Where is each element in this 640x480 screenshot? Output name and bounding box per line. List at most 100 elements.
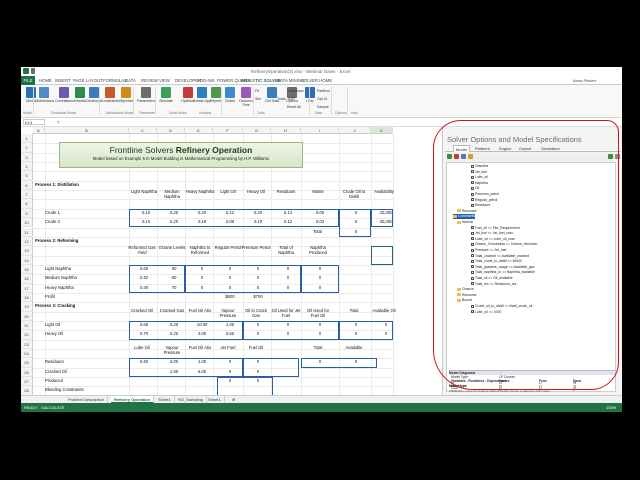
tree-folder[interactable]: Chance (457, 287, 474, 292)
tree-item[interactable]: Jet_fuel (471, 170, 487, 175)
tab-view[interactable]: VIEW (159, 78, 170, 83)
row-header-26[interactable]: 26 (21, 367, 33, 378)
row-header-21[interactable]: 21 (21, 321, 33, 331)
tree-item[interactable]: Lube_oil >= 1000 (471, 310, 501, 315)
row-header-22[interactable]: 22 (21, 330, 33, 340)
row-header-15[interactable]: 15 (21, 264, 33, 275)
zoom-level[interactable]: 100% (606, 405, 616, 410)
row-header-6[interactable]: 6 (21, 180, 33, 191)
row-header-28[interactable]: 28 (21, 386, 33, 395)
row-header-7[interactable]: 7 (21, 190, 33, 200)
tree-item[interactable]: Total_naphtha_to <= Naphtha_available (471, 270, 535, 275)
tree-item[interactable]: Lube_oil (471, 175, 488, 180)
ribbon-button-distributions[interactable]: Distributions (35, 87, 54, 103)
ribbon-small-4[interactable]: Load/Save (287, 89, 304, 93)
sheet-tab[interactable]: Sheet1 (205, 396, 225, 403)
tab-formulas[interactable]: FORMULAS (103, 78, 127, 83)
row-header-8[interactable]: 8 (21, 199, 33, 209)
tree-item[interactable]: Regular_petrol (471, 198, 497, 203)
pane-tab-output[interactable]: Output (517, 145, 533, 152)
sheet-tab[interactable]: Problem Description (65, 396, 109, 403)
ribbon-small-3[interactable]: Reset All (287, 105, 301, 109)
row-header-3[interactable]: 3 (21, 152, 33, 163)
tab-solver-home[interactable]: SOLVER HOME (301, 78, 332, 83)
ribbon-small-2[interactable]: Trials: 1000 (277, 97, 295, 101)
diagnosis-header[interactable]: Model Diagnosis (449, 371, 615, 375)
sheet-tab[interactable]: Sheet1 (155, 396, 175, 403)
row-header-14[interactable]: 14 (21, 255, 33, 265)
row-header-9[interactable]: 9 (21, 208, 33, 219)
model-tree[interactable]: Gasoline Jet_fuel Lube_oil Naphtha Oil Premiu… (446, 162, 616, 392)
column-header-I[interactable]: I (301, 127, 339, 134)
row-header-19[interactable]: 19 (21, 302, 33, 312)
tab-file[interactable]: FILE (21, 76, 35, 85)
column-header-G[interactable]: G (243, 127, 271, 134)
column-header-E[interactable]: E (185, 127, 213, 134)
ribbon-small-6[interactable]: Partition (317, 89, 330, 93)
fx-icon[interactable]: fx (57, 119, 60, 124)
tab-review[interactable]: REVIEW (141, 78, 158, 83)
tree-item[interactable]: Pressure <= Jet_fuel (471, 248, 506, 253)
column-header-C[interactable]: C (129, 127, 157, 134)
column-header-H[interactable]: H (271, 127, 301, 134)
tree-folder[interactable]: Recourse (457, 293, 477, 298)
tree-item[interactable]: Residuum (471, 203, 490, 208)
tree-item[interactable]: Total_gasoline_usage <= Available_gas (471, 265, 535, 270)
sheet-tab[interactable]: Refinery Operation (111, 396, 155, 403)
ribbon-small-5[interactable]: Opt #1 (317, 97, 328, 101)
row-header-13[interactable]: 13 (21, 246, 33, 256)
row-header-10[interactable]: 10 (21, 218, 33, 228)
tree-item[interactable]: Fuel_oil <= Fite_Requirement (471, 226, 520, 231)
tree-item[interactable]: Octane_Constraints <= Octane_minimum (471, 242, 537, 247)
row-header-23[interactable]: 23 (21, 339, 33, 350)
ribbon-button-parameters[interactable]: Parameters (137, 87, 155, 103)
row-header-24[interactable]: 24 (21, 349, 33, 359)
pane-tab-model[interactable]: Model (453, 145, 470, 152)
tree-folder[interactable]: Normal (457, 220, 473, 225)
pane-options-icon[interactable] (615, 154, 620, 159)
row-header-5[interactable]: 5 (21, 171, 33, 181)
column-header-F[interactable]: F (213, 127, 243, 134)
refresh-icon[interactable] (461, 154, 466, 159)
ribbon-small-0[interactable]: Fit (255, 89, 259, 93)
status-calculate[interactable]: CALCULATE (41, 405, 64, 410)
ribbon-small-1[interactable]: Sim (255, 97, 261, 101)
tree-item[interactable]: Total_crude_to_distill <= 45000 (471, 259, 522, 264)
ribbon-small-7[interactable]: Sample (317, 105, 329, 109)
tree-folder[interactable]: Recourse (457, 209, 477, 214)
add-icon[interactable] (447, 154, 452, 159)
row-header-12[interactable]: 12 (21, 236, 33, 247)
tab-data[interactable]: DATA (125, 78, 136, 83)
delete-icon[interactable] (454, 154, 459, 159)
worksheet[interactable]: A B C D E F G H I J K 1 2 3 4 5 6 7 8 9 10 11 12 13 14 15 16 17 18 19… (21, 127, 442, 395)
sheet-tab[interactable]: RO_Sampling (175, 396, 207, 403)
column-header-B[interactable]: B (45, 127, 129, 134)
column-header-J[interactable]: J (339, 127, 371, 134)
column-header-K[interactable]: K (371, 127, 393, 134)
tab-home[interactable]: HOME (39, 78, 52, 83)
pane-tab-simulation[interactable]: Simulation (539, 145, 562, 152)
pane-tab-platform[interactable]: Platform (473, 145, 492, 152)
name-box[interactable]: K13 (23, 119, 45, 125)
user-name[interactable]: Anna Pinkert (573, 78, 596, 83)
properties-icon[interactable] (468, 154, 473, 159)
tree-item[interactable]: Gasoline (471, 164, 488, 169)
tree-folder[interactable]: Constraints (453, 214, 476, 220)
row-header-27[interactable]: 27 (21, 377, 33, 387)
tree-item[interactable]: Oil (471, 186, 479, 191)
row-header-17[interactable]: 17 (21, 283, 33, 293)
save-icon[interactable] (31, 68, 35, 74)
row-header-18[interactable]: 18 (21, 292, 33, 303)
tree-item[interactable]: Naphtha (471, 181, 488, 186)
row-header-11[interactable]: 11 (21, 227, 33, 237)
row-header-25[interactable]: 25 (21, 358, 33, 368)
tree-item[interactable]: Premium_petrol (471, 192, 499, 197)
tree-item[interactable]: Total_res <= Residuum_res (471, 282, 516, 287)
tree-item[interactable]: Total_cracked <= Available_cracked (471, 254, 529, 259)
row-header-1[interactable]: 1 (21, 134, 33, 144)
pane-tab-engine[interactable]: Engine (497, 145, 513, 152)
tree-item[interactable]: Jet_fuel <= Jet_fuel_max (471, 231, 513, 236)
ribbon-button-simulate[interactable]: Simulate (157, 87, 175, 103)
solve-icon[interactable] (608, 154, 613, 159)
add-sheet-icon[interactable]: ⊕ (229, 396, 238, 403)
